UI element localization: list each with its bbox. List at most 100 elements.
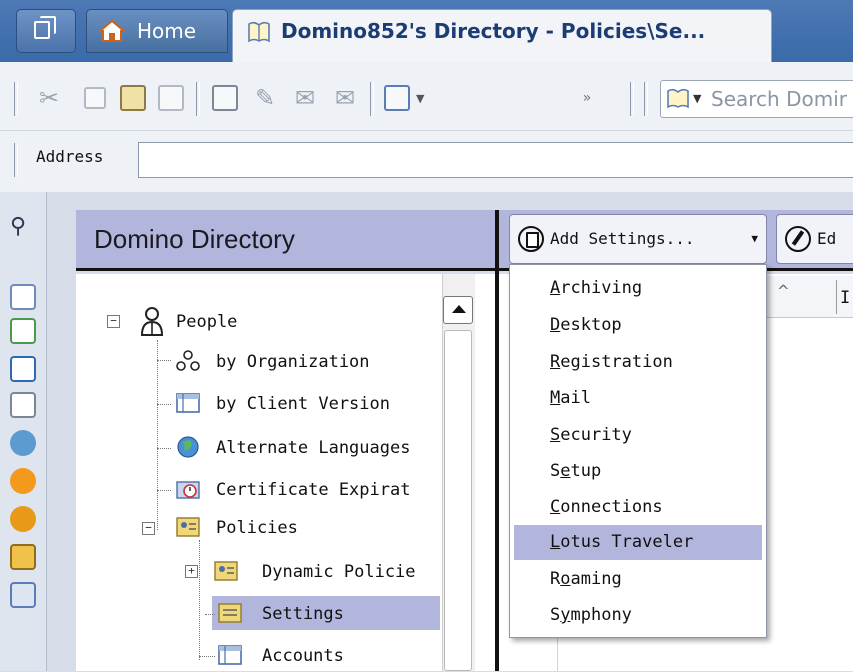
menu-item-symphony[interactable]: Symphony [514, 598, 762, 633]
expand-toggle[interactable]: + [185, 565, 198, 578]
windows-icon-front [34, 21, 50, 39]
address-input[interactable] [138, 142, 853, 178]
sametime-icon[interactable] [10, 468, 36, 494]
policy-folder-icon [214, 561, 238, 581]
toolbar-separator [644, 82, 648, 116]
tree-line [157, 360, 171, 361]
menu-mnemonic: D [550, 315, 561, 335]
tree-item-people[interactable]: People [176, 306, 237, 338]
collapse-toggle[interactable]: − [107, 315, 120, 328]
new-document-icon[interactable] [384, 85, 410, 111]
sort-ascending-icon[interactable]: ^ [777, 282, 790, 300]
menu-item-connections[interactable]: Connections [514, 490, 762, 525]
menu-label-prefix: R [550, 569, 561, 589]
view-list-icon [176, 393, 200, 413]
certificate-clock-icon [176, 481, 200, 499]
column-divider[interactable] [836, 280, 837, 314]
address-label: Address [36, 147, 104, 166]
reply-icon[interactable]: ✉ [290, 83, 320, 113]
menu-label: egistration [560, 352, 673, 372]
menu-item-setup[interactable]: Setup [514, 454, 762, 489]
edit-button[interactable]: Ed [776, 214, 853, 264]
contacts-icon[interactable] [10, 392, 36, 418]
menu-label: ecurity [560, 425, 632, 445]
tab-home[interactable]: Home [86, 9, 228, 53]
tree-line [157, 404, 171, 405]
scroll-up-arrow-icon[interactable] [443, 296, 473, 324]
menu-item-desktop[interactable]: Desktop [514, 308, 762, 343]
tree-item-certificate-expiration[interactable]: Certificate Expirat [216, 474, 410, 506]
search-placeholder: Search Domir [711, 87, 847, 111]
add-settings-button[interactable]: Add Settings... ▼ [509, 214, 767, 264]
toolbar-separator [14, 82, 18, 116]
collapse-toggle[interactable]: − [142, 522, 155, 535]
activities-icon[interactable] [10, 506, 36, 532]
tree-item-settings[interactable]: Settings [262, 598, 344, 630]
tab-home-label: Home [137, 19, 197, 43]
add-settings-menu: Archiving Desktop Registration Mail Secu… [509, 264, 767, 638]
scroll-track[interactable] [444, 330, 472, 671]
chevron-down-icon: ▼ [693, 92, 702, 105]
tab-domino-directory[interactable]: Domino852's Directory - Policies\Se... [232, 9, 772, 62]
add-settings-label: Add Settings... [550, 229, 695, 248]
mail-icon[interactable] [10, 284, 36, 310]
edit-document-icon[interactable]: ✎ [250, 83, 280, 113]
binoculars-icon[interactable]: ⚲ [10, 214, 36, 240]
calendar-icon[interactable] [10, 318, 36, 344]
menu-label: otus Traveler [560, 532, 694, 552]
tab-bar: Home Domino852's Directory - Policies\Se… [0, 0, 853, 62]
tree-item-by-client-version[interactable]: by Client Version [216, 388, 390, 420]
open-list-button[interactable] [16, 9, 76, 53]
tree-line [205, 614, 215, 615]
person-icon [140, 307, 164, 336]
menu-item-roaming[interactable]: Roaming [514, 562, 762, 597]
menu-label: mphony [570, 605, 632, 625]
select-all-icon[interactable] [212, 85, 238, 111]
chevron-down-icon: ▼ [751, 232, 758, 245]
tree-line [157, 490, 171, 491]
tree-line [157, 448, 171, 449]
menu-label: rchiving [560, 278, 643, 298]
open-list-icon[interactable] [10, 582, 36, 608]
tree-item-policies[interactable]: Policies [216, 512, 298, 544]
menu-label-prefix: S [550, 461, 561, 481]
settings-icon [218, 603, 242, 623]
menu-item-registration[interactable]: Registration [514, 345, 762, 380]
search-input[interactable]: ▼ Search Domir [660, 80, 853, 118]
overflow-chevron-icon[interactable]: » [572, 83, 602, 113]
tree-line [199, 540, 200, 660]
todo-icon[interactable] [10, 356, 36, 382]
menu-item-lotus-traveler[interactable]: Lotus Traveler [514, 525, 762, 560]
menu-label: aming [570, 569, 622, 589]
cut-icon[interactable]: ✂ [34, 83, 64, 113]
tree-line [199, 656, 215, 657]
menu-item-security[interactable]: Security [514, 418, 762, 453]
menu-mnemonic: o [560, 569, 571, 589]
chevron-down-icon[interactable]: ▼ [416, 92, 424, 105]
tree-item-accounts[interactable]: Accounts [262, 640, 344, 672]
home-icon [99, 20, 125, 42]
bookmark-rail: ⚲ [0, 192, 47, 671]
menu-mnemonic: R [550, 352, 561, 372]
toolbar: ✂ ✎ ✉ ✉ ▼ » ▼ Search Domir [0, 62, 853, 130]
paste-special-icon[interactable] [158, 85, 184, 111]
new-page-icon [518, 226, 544, 252]
database-search-icon [667, 88, 689, 109]
menu-mnemonic: M [550, 388, 561, 408]
forward-icon[interactable]: ✉ [330, 83, 360, 113]
workspace-icon[interactable] [10, 544, 36, 570]
toolbar-separator [196, 82, 200, 116]
menu-item-mail[interactable]: Mail [514, 381, 762, 416]
tree-item-alternate-languages[interactable]: Alternate Languages [216, 432, 410, 464]
copy-icon[interactable] [84, 87, 106, 109]
toolbar-separator [630, 82, 634, 116]
paste-icon[interactable] [120, 85, 146, 111]
replicator-icon[interactable] [10, 430, 36, 456]
view-list-icon [218, 645, 242, 665]
tree-item-by-organization[interactable]: by Organization [216, 346, 370, 378]
policy-folder-icon [176, 517, 200, 537]
navigator-title: Domino Directory [94, 224, 295, 254]
menu-item-archiving[interactable]: Archiving [514, 271, 762, 306]
edit-label: Ed [817, 229, 837, 248]
tree-item-dynamic-policies[interactable]: Dynamic Policie [262, 556, 416, 588]
